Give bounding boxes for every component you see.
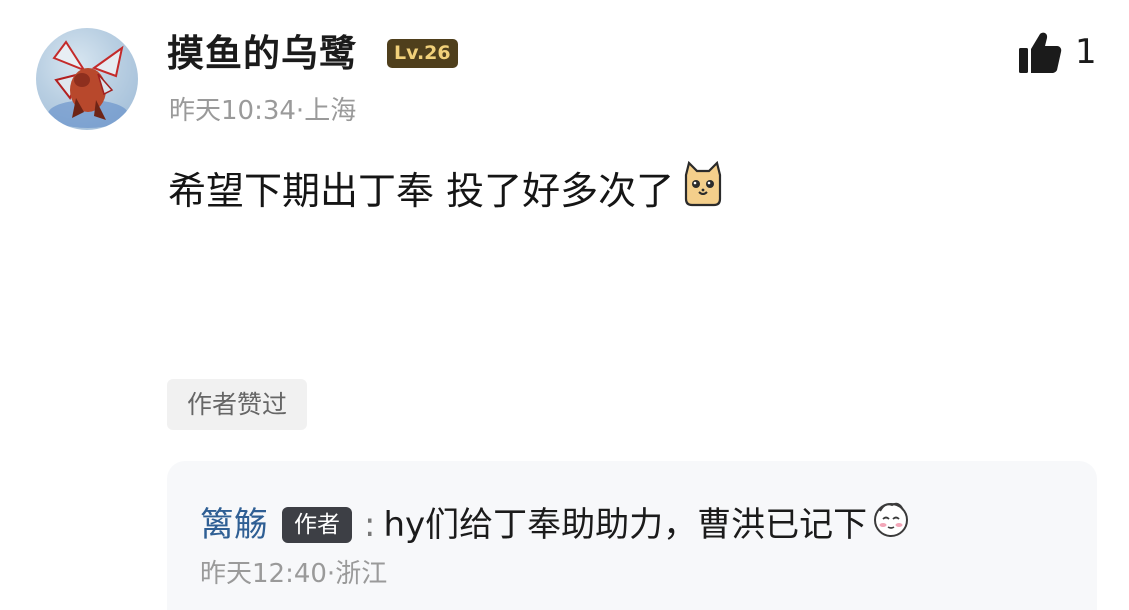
cat-emoji-icon: [680, 160, 726, 220]
comment-thread: 摸鱼的乌鹭 Lv.26 1 昨天10:34·上海 希望下期出丁奉 投了好多次了 …: [0, 0, 1129, 610]
reply-separator: :: [364, 504, 376, 545]
comment-text: 希望下期出丁奉 投了好多次了: [168, 168, 675, 213]
reply-line: 篱觞 作者 : hy们给丁奉助助力，曹洪已记下: [200, 498, 911, 551]
post-meta: 昨天10:34·上海: [169, 96, 357, 126]
reply-username[interactable]: 篱觞: [200, 501, 268, 549]
dragon-avatar-image: [48, 40, 128, 128]
author-liked-tag: 作者赞过: [167, 379, 307, 430]
thumbs-up-icon[interactable]: [1017, 30, 1063, 80]
like-count: 1: [1075, 32, 1097, 72]
reply-text: hy们给丁奉助助力，曹洪已记下: [383, 504, 868, 545]
username[interactable]: 摸鱼的乌鹭: [167, 30, 357, 78]
reply-meta: 昨天12:40·浙江: [200, 559, 388, 589]
avatar[interactable]: [36, 28, 138, 130]
shy-face-emoji-icon: [871, 498, 911, 551]
comment-body: 希望下期出丁奉 投了好多次了: [168, 160, 726, 220]
level-badge: Lv.26: [387, 39, 458, 68]
author-badge: 作者: [282, 506, 352, 543]
